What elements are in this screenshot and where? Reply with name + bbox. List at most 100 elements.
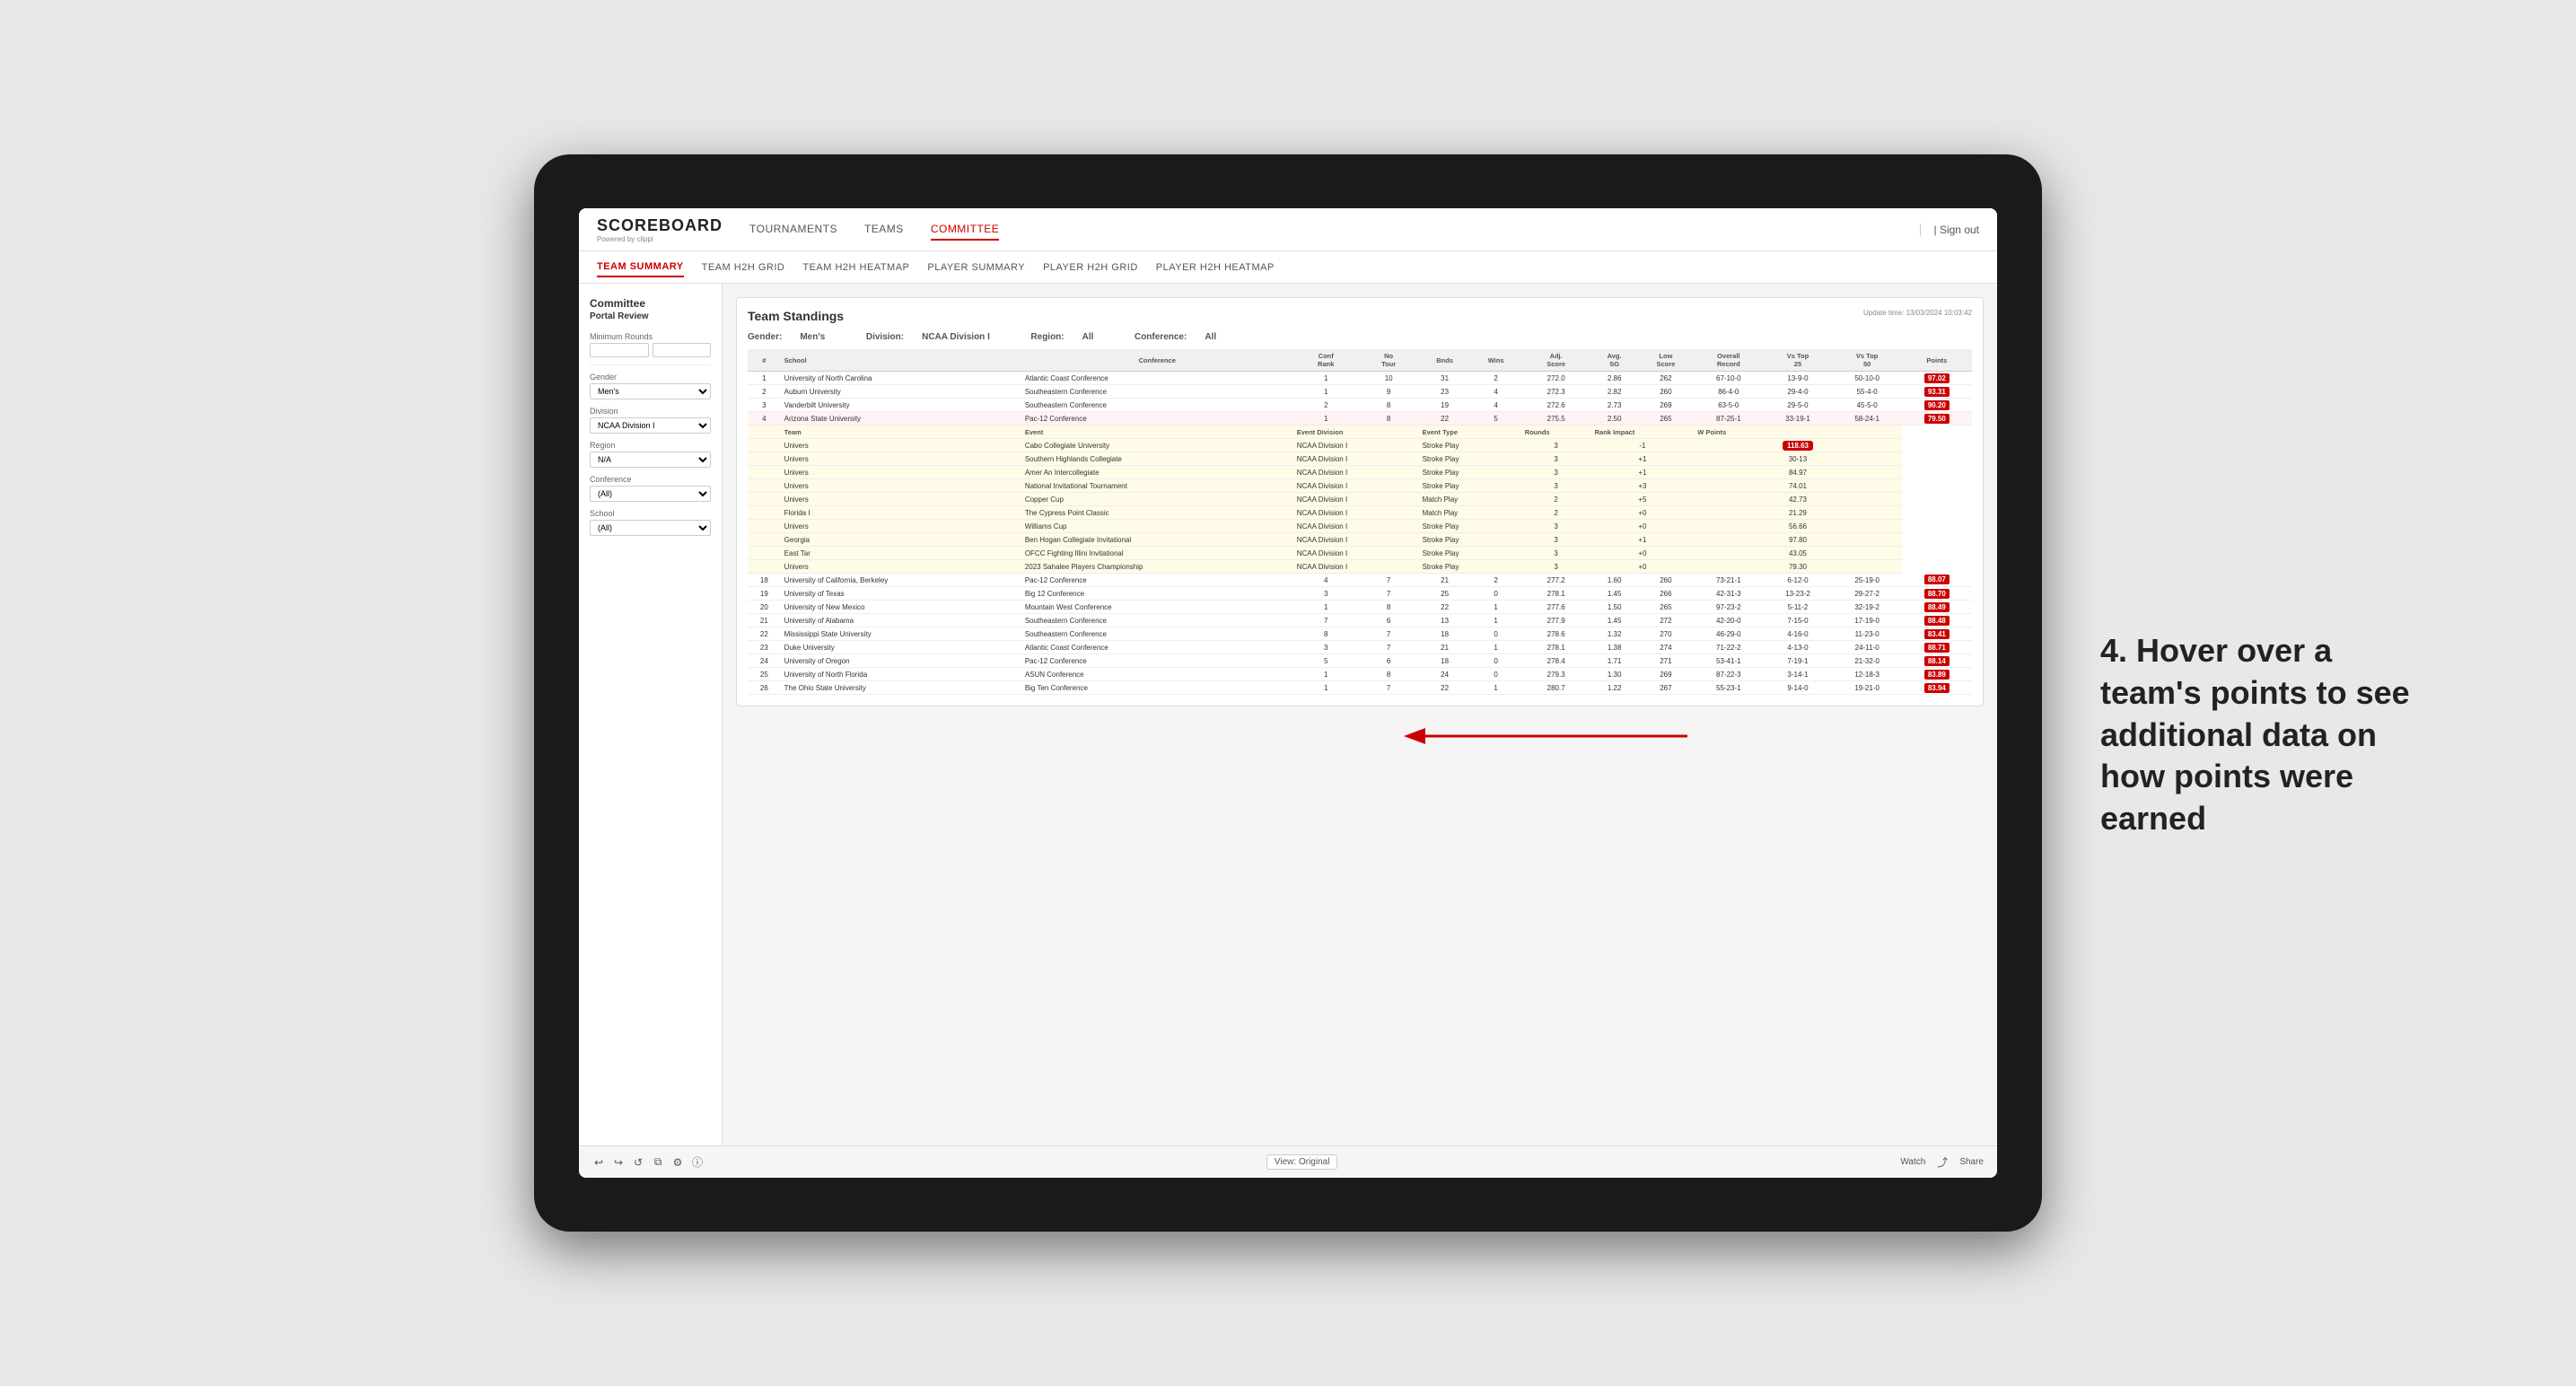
settings-icon[interactable]: ⚙ xyxy=(671,1156,684,1169)
filter-min-rounds-max[interactable] xyxy=(653,343,712,357)
share-icon[interactable]: ⤴ xyxy=(1936,1156,1949,1169)
filter-min-rounds-min[interactable] xyxy=(590,343,649,357)
row-rank: 18 xyxy=(748,574,781,587)
update-time: Update time: 13/03/2024 10:03:42 xyxy=(1863,309,1972,317)
tooltip-rounds: 3 xyxy=(1521,479,1591,493)
row-vs25: 33-19-1 xyxy=(1763,412,1832,425)
row-rank: 3 xyxy=(748,399,781,412)
tooltip-event-type: Stroke Play xyxy=(1419,560,1521,574)
filter-region[interactable]: N/A xyxy=(590,452,711,468)
tooltip-event: Copper Cup xyxy=(1021,493,1293,506)
nav-teams[interactable]: TEAMS xyxy=(864,219,904,241)
tooltip-event: The Cypress Point Classic xyxy=(1021,506,1293,520)
row-points[interactable]: 83.94 xyxy=(1902,681,1972,695)
sign-out-button[interactable]: | Sign out xyxy=(1920,224,1979,236)
row-school: University of Texas xyxy=(781,587,1021,601)
row-rank: 22 xyxy=(748,627,781,641)
sidebar-subtitle: Portal Review xyxy=(590,311,711,321)
tooltip-event: National Invitational Tournament xyxy=(1021,479,1293,493)
col-points: Points xyxy=(1902,349,1972,372)
copy-icon[interactable]: ⧉ xyxy=(652,1156,664,1169)
row-vs25: 29-4-0 xyxy=(1763,385,1832,399)
row-wins: 5 xyxy=(1471,412,1521,425)
refresh-icon[interactable]: ↺ xyxy=(632,1156,644,1169)
tooltip-row: Univers Williams Cup NCAA Division I Str… xyxy=(748,520,1972,533)
subnav-player-h2h-grid[interactable]: PLAYER H2H GRID xyxy=(1043,259,1138,276)
tooltip-team: Univers xyxy=(781,439,1021,452)
row-rank: 20 xyxy=(748,601,781,614)
division-label: Division: xyxy=(866,332,904,342)
row-vs25: 13-9-0 xyxy=(1763,372,1832,385)
subnav-team-summary[interactable]: TEAM SUMMARY xyxy=(597,258,684,277)
tooltip-col-w-points: W Points xyxy=(1694,425,1902,439)
filter-label-division: Division xyxy=(590,407,711,416)
row-tours: 8 xyxy=(1359,399,1419,412)
share-button[interactable]: Share xyxy=(1959,1157,1984,1167)
tooltip-event-type: Stroke Play xyxy=(1419,479,1521,493)
subnav-team-h2h-grid[interactable]: TEAM H2H GRID xyxy=(702,259,785,276)
tablet-screen: SCOREBOARD Powered by clippi TOURNAMENTS… xyxy=(579,208,1997,1178)
tooltip-col-rounds: Rounds xyxy=(1521,425,1591,439)
row-conf-rank: 1 xyxy=(1293,372,1359,385)
row-points[interactable]: 83.41 xyxy=(1902,627,1972,641)
row-conference: Big Ten Conference xyxy=(1021,681,1293,695)
redo-icon[interactable]: ↪ xyxy=(612,1156,625,1169)
filter-division[interactable]: NCAA Division I xyxy=(590,417,711,434)
row-overall: 67-10-0 xyxy=(1694,372,1763,385)
tooltip-event: Williams Cup xyxy=(1021,520,1293,533)
tooltip-w-points: 42.73 xyxy=(1694,493,1902,506)
filter-row: Gender: Men's Division: NCAA Division I … xyxy=(748,332,1972,342)
tooltip-col-rank-impact: Rank Impact xyxy=(1591,425,1695,439)
row-low-score: 269 xyxy=(1638,399,1695,412)
tooltip-event-div: NCAA Division I xyxy=(1293,452,1419,466)
row-wins: 4 xyxy=(1471,399,1521,412)
row-points[interactable]: 83.89 xyxy=(1902,668,1972,681)
nav-tournaments[interactable]: TOURNAMENTS xyxy=(749,219,837,241)
table-row: 21 University of Alabama Southeastern Co… xyxy=(748,614,1972,627)
col-school: School xyxy=(781,349,1021,372)
row-points[interactable]: 88.14 xyxy=(1902,654,1972,668)
filter-gender[interactable]: Men's Women's xyxy=(590,383,711,399)
row-points[interactable]: 93.31 xyxy=(1902,385,1972,399)
row-points[interactable]: 79.50 xyxy=(1902,412,1972,425)
row-conference: Big 12 Conference xyxy=(1021,587,1293,601)
tooltip-rounds: 2 xyxy=(1521,493,1591,506)
table-row-highlighted: 4 Arizona State University Pac-12 Confer… xyxy=(748,412,1972,425)
row-points[interactable]: 90.20 xyxy=(1902,399,1972,412)
row-rank: 4 xyxy=(748,412,781,425)
row-points[interactable]: 97.02 xyxy=(1902,372,1972,385)
view-button[interactable]: View: Original xyxy=(1266,1154,1338,1170)
filter-conference[interactable]: (All) xyxy=(590,486,711,502)
sub-nav: TEAM SUMMARY TEAM H2H GRID TEAM H2H HEAT… xyxy=(579,251,1997,284)
tooltip-rank-impact: +5 xyxy=(1591,493,1695,506)
col-vs25: Vs Top25 xyxy=(1763,349,1832,372)
row-overall: 87-25-1 xyxy=(1694,412,1763,425)
top-nav: SCOREBOARD Powered by clippi TOURNAMENTS… xyxy=(579,208,1997,251)
tooltip-rank-impact: +0 xyxy=(1591,560,1695,574)
bottom-bar: ↩ ↪ ↺ ⧉ ⚙ ⓘ View: Original Watch ⤴ Share xyxy=(579,1145,1997,1178)
row-conference: Southeastern Conference xyxy=(1021,627,1293,641)
row-school: Duke University xyxy=(781,641,1021,654)
row-conference: Pac-12 Conference xyxy=(1021,412,1293,425)
row-points[interactable]: 88.48 xyxy=(1902,614,1972,627)
subnav-player-summary[interactable]: PLAYER SUMMARY xyxy=(927,259,1025,276)
row-points[interactable]: 88.71 xyxy=(1902,641,1972,654)
row-school: The Ohio State University xyxy=(781,681,1021,695)
row-conference: Atlantic Coast Conference xyxy=(1021,641,1293,654)
watch-button[interactable]: Watch xyxy=(1900,1157,1925,1167)
row-points[interactable]: 88.07 xyxy=(1902,574,1972,587)
row-points[interactable]: 88.70 xyxy=(1902,587,1972,601)
col-conf-rank: ConfRank xyxy=(1293,349,1359,372)
subnav-team-h2h-heatmap[interactable]: TEAM H2H HEATMAP xyxy=(802,259,909,276)
tooltip-rank-impact: +0 xyxy=(1591,547,1695,560)
info-icon[interactable]: ⓘ xyxy=(691,1156,704,1169)
tooltip-row: Florida I The Cypress Point Classic NCAA… xyxy=(748,506,1972,520)
tooltip-rounds: 2 xyxy=(1521,506,1591,520)
subnav-player-h2h-heatmap[interactable]: PLAYER H2H HEATMAP xyxy=(1156,259,1275,276)
main-nav: TOURNAMENTS TEAMS COMMITTEE xyxy=(749,219,1920,241)
row-points[interactable]: 88.49 xyxy=(1902,601,1972,614)
nav-committee[interactable]: COMMITTEE xyxy=(931,219,1000,241)
standings-table: # School Conference ConfRank NoTour Bnds… xyxy=(748,349,1972,695)
undo-icon[interactable]: ↩ xyxy=(592,1156,605,1169)
filter-school[interactable]: (All) xyxy=(590,520,711,536)
